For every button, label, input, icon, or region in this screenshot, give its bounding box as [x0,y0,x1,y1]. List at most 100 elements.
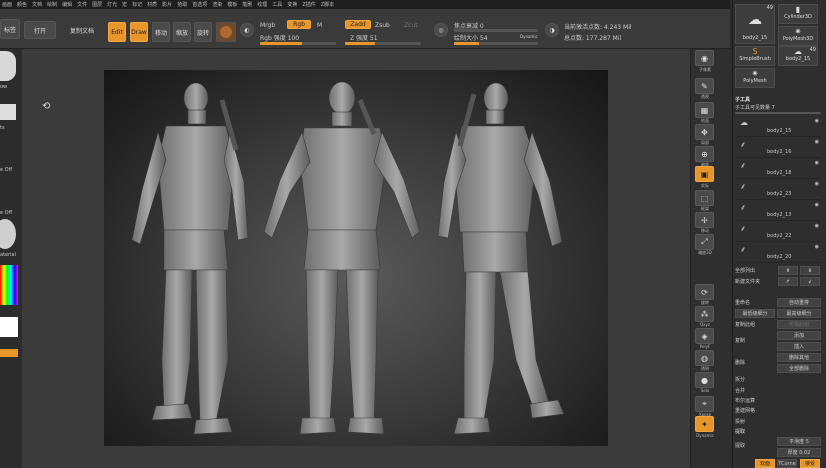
scale-mode-button[interactable]: 缩放 [173,22,191,42]
line-icon[interactable]: ⁂ [695,306,714,322]
menu-item[interactable]: 变换 [287,1,297,8]
frame-icon[interactable]: ⬚ [695,190,714,206]
poly-icon[interactable]: ◈ [695,328,714,344]
arrow-icon[interactable]: ↱ [778,277,798,286]
highest-subdiv-button[interactable]: 最高级细分 [777,309,821,318]
rename-button[interactable]: 重命名 [735,298,775,307]
auto-reorder-button[interactable]: 自动重排 [777,298,821,307]
menu-item[interactable]: 宏 [122,1,127,8]
extract-section[interactable]: 提取 [735,428,821,435]
open-button[interactable]: 打开 [24,21,56,39]
material-preview-icon[interactable] [0,219,16,249]
menu-item[interactable]: 影片 [162,1,172,8]
rgb-intensity-slider[interactable] [260,42,336,45]
boolean-section[interactable]: 布尔运算 [735,397,821,404]
solo-icon[interactable]: ● [695,372,714,388]
tool-thumb[interactable]: ✷ PolyMesh [735,68,775,88]
copy-group-button[interactable]: 复制此组 [735,320,775,329]
delete-all-button[interactable]: 全部删除 [777,364,821,373]
zoom-icon[interactable]: ⊕ [695,146,714,162]
rotate-mode-button[interactable]: 旋转 [194,22,212,42]
zadd-toggle[interactable]: Zadd [345,20,371,29]
menu-item[interactable]: 文档 [32,1,42,8]
menu-item[interactable]: 笔刷 [242,1,252,8]
color-wheel-icon[interactable]: ◐ [240,23,254,37]
m-toggle[interactable]: M [317,22,322,29]
menu-item[interactable]: Z脚本 [321,1,334,8]
subtool-item[interactable]: ⸙ body2_22 ◉ [737,221,821,242]
visibility-eye-icon[interactable]: ◉ [815,202,819,208]
symmetry-icon[interactable]: ◑ [545,23,559,37]
secondary-color-swatch[interactable] [0,349,18,357]
remesh-section[interactable]: 重建网格 [735,407,821,414]
lightbox-button[interactable]: 标签 [0,19,20,39]
menu-item[interactable]: 纹理 [257,1,267,8]
smooth-slider[interactable]: 平滑度 5 [777,437,821,446]
tool-thumb[interactable]: ▮ Cylinder3D [778,4,818,24]
visible-group-button[interactable]: 可视此组 [777,320,821,329]
menu-item[interactable]: 材质 [147,1,157,8]
visibility-eye-icon[interactable]: ◉ [815,118,819,124]
delete-button[interactable]: 删除 [735,358,775,367]
grid-icon[interactable]: ▦ [695,102,714,118]
project-section[interactable]: 投射 [735,418,821,425]
visibility-eye-icon[interactable]: ◉ [815,160,819,166]
subtool-item[interactable]: ⸙ body2_23 ◉ [737,179,821,200]
edit-mode-button[interactable]: Edit [108,22,126,42]
menu-item[interactable]: 文件 [77,1,87,8]
brush-preview-icon[interactable] [0,51,16,81]
tool-thumb[interactable]: S SimpleBrush [735,46,775,66]
subtool-item[interactable]: ⸙ body2_16 ◉ [737,137,821,158]
delete-others-button[interactable]: 删除其他 [777,353,821,362]
focal-icon[interactable]: ◎ [434,23,448,37]
move-icon[interactable]: ✢ [695,212,714,228]
menu-item[interactable]: 编辑 [62,1,72,8]
menu-item[interactable]: Z插件 [302,1,315,8]
dynamic-toggle[interactable]: Dynamic [520,34,538,39]
subtool-item[interactable]: ☁ body2_15 ◉ [737,116,821,137]
menu-item[interactable]: 图层 [92,1,102,8]
tool-thumb[interactable]: ☁ body2_15 49 [735,4,775,44]
menu-item[interactable]: 灯光 [107,1,117,8]
extract-button[interactable]: 提取 [735,441,765,450]
zsub-toggle[interactable]: Zsub [375,22,390,29]
mrgb-toggle[interactable]: Mrgb [260,22,275,29]
menu-item[interactable]: 画面 [2,1,12,8]
transp-icon[interactable]: ◍ [695,350,714,366]
subtool-item[interactable]: ⸙ body2_20 ◉ [737,242,821,263]
tool-thumb[interactable]: ☁ body2_15 49 [778,46,818,66]
move-up-button[interactable]: ⬆ [778,266,798,275]
double-toggle[interactable]: 双面 [755,459,775,468]
draw-size-slider[interactable] [454,42,538,45]
scale-icon[interactable]: ⤢ [695,234,714,250]
insert-button[interactable]: 插入 [777,342,821,351]
visibility-eye-icon[interactable]: ◉ [815,181,819,187]
menu-item[interactable]: 绘制 [47,1,57,8]
subtool-item[interactable]: ⸙ body2_18 ◉ [737,158,821,179]
merge-section[interactable]: 合并 [735,387,821,394]
actual-icon[interactable]: ▣ [695,166,714,182]
subtool-count-slider[interactable] [735,112,821,114]
color-picker[interactable] [0,265,18,305]
draw-mode-button[interactable]: Draw [130,22,148,42]
menu-item[interactable]: 工具 [272,1,282,8]
brush-icon[interactable]: ✎ [695,78,714,94]
lowest-subdiv-button[interactable]: 最低级细分 [735,309,775,318]
rotate-icon[interactable]: ⟳ [695,284,714,300]
3d-viewport[interactable] [104,70,608,446]
duplicate-button[interactable]: 复制 [735,336,775,345]
visibility-eye-icon[interactable]: ◉ [815,139,819,145]
tcorne-toggle[interactable]: TCorne [777,459,797,468]
visibility-eye-icon[interactable]: ◉ [815,223,819,229]
subtool-item[interactable]: ⸙ body2_13 ◉ [737,200,821,221]
menu-item[interactable]: 渲染 [212,1,222,8]
move-down-button[interactable]: ⬇ [800,266,820,275]
z-intensity-slider[interactable] [345,42,421,45]
scroll-icon[interactable]: ✥ [695,124,714,140]
tool-thumb[interactable]: ✷ PolyMesh3D [778,26,818,46]
append-button[interactable]: 添加 [777,331,821,340]
thickness-slider[interactable]: 厚度 0.02 [777,448,821,457]
stroke-icon[interactable] [0,104,16,120]
menu-item[interactable]: 模板 [227,1,237,8]
split-section[interactable]: 拆分 [735,376,821,383]
